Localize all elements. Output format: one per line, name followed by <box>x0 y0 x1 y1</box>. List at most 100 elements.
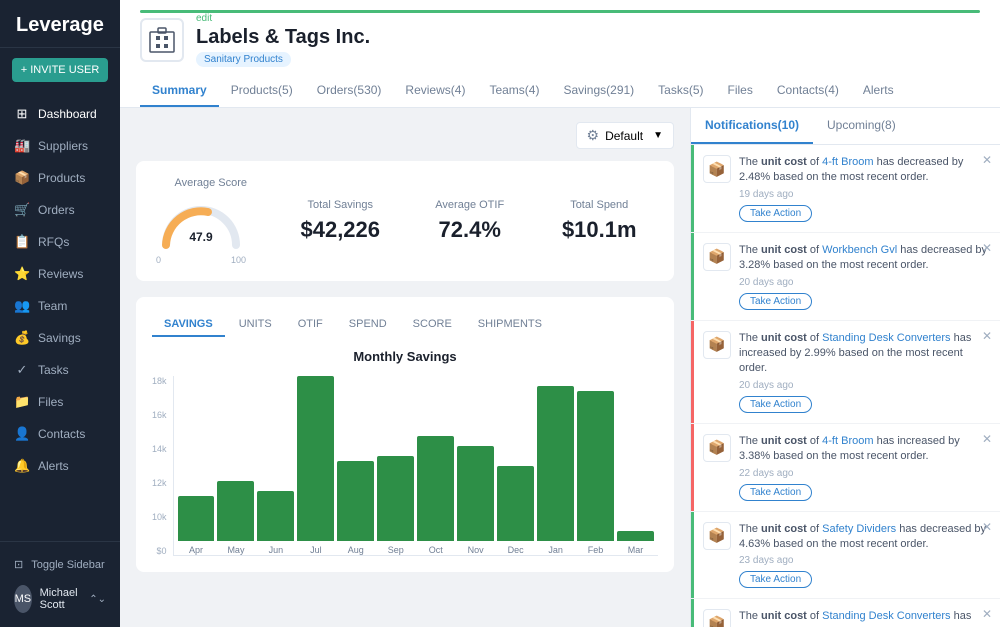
contacts-icon: 👤 <box>14 426 30 442</box>
sidebar-item-team[interactable]: 👥 Team <box>0 290 120 322</box>
y-label-18k: 18k <box>152 376 167 386</box>
sidebar-item-dashboard[interactable]: ⊞ Dashboard <box>0 98 120 130</box>
tab-summary[interactable]: Summary <box>140 75 219 107</box>
alerts-icon: 🔔 <box>14 458 30 474</box>
y-label-16k: 16k <box>152 410 167 420</box>
invite-user-button[interactable]: + INVITE USER <box>12 58 108 82</box>
filter-label: Default <box>605 129 643 143</box>
notif-text: The unit cost of 4-ft Broom has decrease… <box>739 155 988 186</box>
y-label-0: $0 <box>157 546 167 556</box>
close-icon[interactable]: ✕ <box>982 329 992 343</box>
close-icon[interactable]: ✕ <box>982 520 992 534</box>
tab-alerts[interactable]: Alerts <box>851 75 906 107</box>
bar-label: Oct <box>429 545 443 555</box>
user-name: Michael Scott <box>40 587 82 611</box>
sidebar-item-products[interactable]: 📦 Products <box>0 162 120 194</box>
notif-item-6: 📦 The unit cost of Standing Desk Convert… <box>691 599 1000 627</box>
close-icon[interactable]: ✕ <box>982 153 992 167</box>
chart-tab-score[interactable]: SCORE <box>401 313 464 337</box>
tab-savings[interactable]: Savings(291) <box>551 75 646 107</box>
notif-product-icon: 📦 <box>703 155 731 183</box>
sidebar-item-label: Files <box>38 395 63 409</box>
gauge-max: 100 <box>231 255 246 265</box>
chart-tab-shipments[interactable]: SHIPMENTS <box>466 313 554 337</box>
average-score-label: Average Score <box>156 177 266 189</box>
sidebar-item-rfqs[interactable]: 📋 RFQs <box>0 226 120 258</box>
company-icon <box>140 18 184 62</box>
average-otif-label: Average OTIF <box>415 199 525 211</box>
notif-time: 22 days ago <box>739 468 988 479</box>
bar-label: Mar <box>628 545 644 555</box>
tab-files[interactable]: Files <box>716 75 765 107</box>
gauge-labels: 0 100 <box>156 255 246 265</box>
bar-label: Sep <box>388 545 404 555</box>
main-panel: ⚙ Default ▼ Average Score <box>120 108 690 627</box>
metric-total-savings: Total Savings $42,226 <box>286 199 396 243</box>
notif-content: The unit cost of Workbench Gvl has decre… <box>739 243 988 310</box>
sidebar-item-savings[interactable]: 💰 Savings <box>0 322 120 354</box>
tab-tasks[interactable]: Tasks(5) <box>646 75 715 107</box>
take-action-button[interactable]: Take Action <box>739 205 812 222</box>
notif-link[interactable]: Workbench Gvl <box>822 244 897 256</box>
average-otif-value: 72.4% <box>415 217 525 243</box>
notif-link[interactable]: 4-ft Broom <box>822 156 873 168</box>
chart-tab-savings[interactable]: SAVINGS <box>152 313 225 337</box>
chart-title: Monthly Savings <box>152 349 658 364</box>
notif-text: The unit cost of Workbench Gvl has decre… <box>739 243 988 274</box>
sidebar-item-reviews[interactable]: ⭐ Reviews <box>0 258 120 290</box>
take-action-button[interactable]: Take Action <box>739 396 812 413</box>
default-filter[interactable]: ⚙ Default ▼ <box>576 122 675 149</box>
take-action-button[interactable]: Take Action <box>739 293 812 310</box>
main-content: edit Labels & Tags Inc. Sanitary Product… <box>120 0 1000 627</box>
close-icon[interactable]: ✕ <box>982 241 992 255</box>
bar-dec: Dec <box>497 466 534 555</box>
sidebar-item-label: Reviews <box>38 267 83 281</box>
tab-reviews[interactable]: Reviews(4) <box>393 75 477 107</box>
sidebar-item-alerts[interactable]: 🔔 Alerts <box>0 450 120 482</box>
toggle-sidebar-button[interactable]: ⊡ Toggle Sidebar <box>14 552 106 577</box>
app-logo: Leverage <box>0 0 120 48</box>
edit-label[interactable]: edit <box>196 13 980 24</box>
sidebar-item-contacts[interactable]: 👤 Contacts <box>0 418 120 450</box>
chart-tab-spend[interactable]: SPEND <box>337 313 399 337</box>
chart-tab-units[interactable]: UNITS <box>227 313 284 337</box>
sidebar-item-tasks[interactable]: ✓ Tasks <box>0 354 120 386</box>
notif-text: The unit cost of Standing Desk Converter… <box>739 609 988 627</box>
sidebar-item-label: Products <box>38 171 85 185</box>
notif-link[interactable]: 4-ft Broom <box>822 435 873 447</box>
bar-label: Jan <box>548 545 563 555</box>
total-savings-label: Total Savings <box>286 199 396 211</box>
take-action-button[interactable]: Take Action <box>739 484 812 501</box>
close-icon[interactable]: ✕ <box>982 432 992 446</box>
tab-orders[interactable]: Orders(530) <box>305 75 394 107</box>
chart-tab-otif[interactable]: OTIF <box>286 313 335 337</box>
bar-value <box>497 466 534 541</box>
tab-upcoming[interactable]: Upcoming(8) <box>813 108 910 144</box>
tab-teams[interactable]: Teams(4) <box>477 75 551 107</box>
notif-link[interactable]: Safety Dividers <box>822 523 896 535</box>
sidebar-item-label: Alerts <box>38 459 69 473</box>
notif-item-3: 📦 The unit cost of Standing Desk Convert… <box>691 321 1000 424</box>
gauge-svg: 47.9 <box>156 195 246 250</box>
sidebar-item-suppliers[interactable]: 🏭 Suppliers <box>0 130 120 162</box>
user-profile[interactable]: MS Michael Scott ⌃⌄ <box>14 577 106 617</box>
notif-link[interactable]: Standing Desk Converters <box>822 610 950 622</box>
notif-link[interactable]: Standing Desk Converters <box>822 332 950 344</box>
y-label-10k: 10k <box>152 512 167 522</box>
tab-notifications[interactable]: Notifications(10) <box>691 108 813 144</box>
company-info: edit Labels & Tags Inc. Sanitary Product… <box>196 13 980 67</box>
notif-content: The unit cost of Safety Dividers has dec… <box>739 522 988 589</box>
metric-total-spend: Total Spend $10.1m <box>545 199 655 243</box>
sidebar-item-label: Savings <box>38 331 81 345</box>
tab-contacts[interactable]: Contacts(4) <box>765 75 851 107</box>
tab-products[interactable]: Products(5) <box>219 75 305 107</box>
bar-may: May <box>217 481 254 555</box>
company-header: edit Labels & Tags Inc. Sanitary Product… <box>140 13 980 67</box>
take-action-button[interactable]: Take Action <box>739 571 812 588</box>
notif-text: The unit cost of 4-ft Broom has increase… <box>739 434 988 465</box>
sidebar-item-orders[interactable]: 🛒 Orders <box>0 194 120 226</box>
sidebar-item-files[interactable]: 📁 Files <box>0 386 120 418</box>
sidebar-item-label: Team <box>38 299 67 313</box>
close-icon[interactable]: ✕ <box>982 607 992 621</box>
savings-icon: 💰 <box>14 330 30 346</box>
